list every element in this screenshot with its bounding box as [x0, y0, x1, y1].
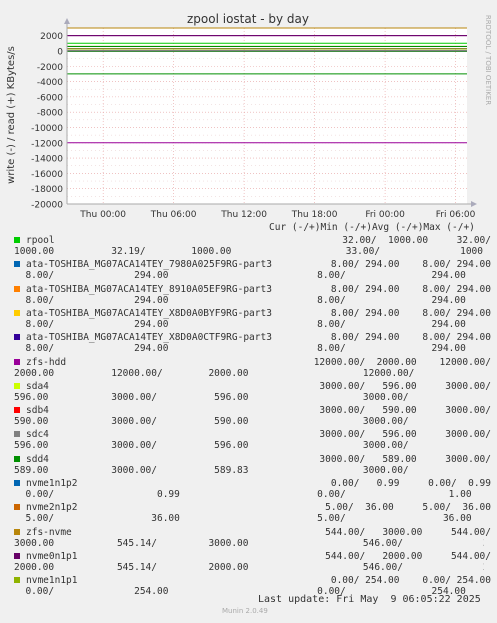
y-tick-label: 2000 [40, 32, 63, 42]
y-tick-label: -2000 [37, 63, 63, 73]
side-label: RRDTOOL / TOBI OETIKER [484, 15, 492, 105]
x-tick-label: Thu 18:00 [291, 210, 338, 220]
y-tick-label: -8000 [37, 109, 63, 119]
y-tick-label: -10000 [31, 124, 63, 134]
y-tick-label: -12000 [31, 139, 63, 149]
y-tick-label: 0 [57, 47, 63, 57]
y-tick-label: -4000 [37, 78, 63, 88]
chart-svg: zpool iostat - by day write (-) / read (… [0, 0, 497, 623]
x-tick-label: Fri 00:00 [365, 210, 405, 220]
x-tick-label: Fri 06:00 [436, 210, 476, 220]
x-tick-label: Thu 00:00 [79, 210, 126, 220]
y-tick-label: -20000 [31, 201, 63, 211]
x-tick-label: Thu 06:00 [150, 210, 197, 220]
y-axis-label: write (-) / read (+) KBytes/s [6, 46, 17, 184]
munin-version: Munin 2.0.49 [222, 607, 268, 615]
y-tick-label: -16000 [31, 170, 63, 180]
plot-area [67, 28, 467, 204]
y-tick-label: -14000 [31, 155, 63, 165]
y-tick-label: -6000 [37, 93, 63, 103]
x-tick-label: Thu 12:00 [220, 210, 267, 220]
y-tick-label: -18000 [31, 185, 63, 195]
chart-title: zpool iostat - by day [187, 12, 309, 26]
last-update: Last update: Fri May 9 06:05:22 2025 [258, 594, 481, 605]
